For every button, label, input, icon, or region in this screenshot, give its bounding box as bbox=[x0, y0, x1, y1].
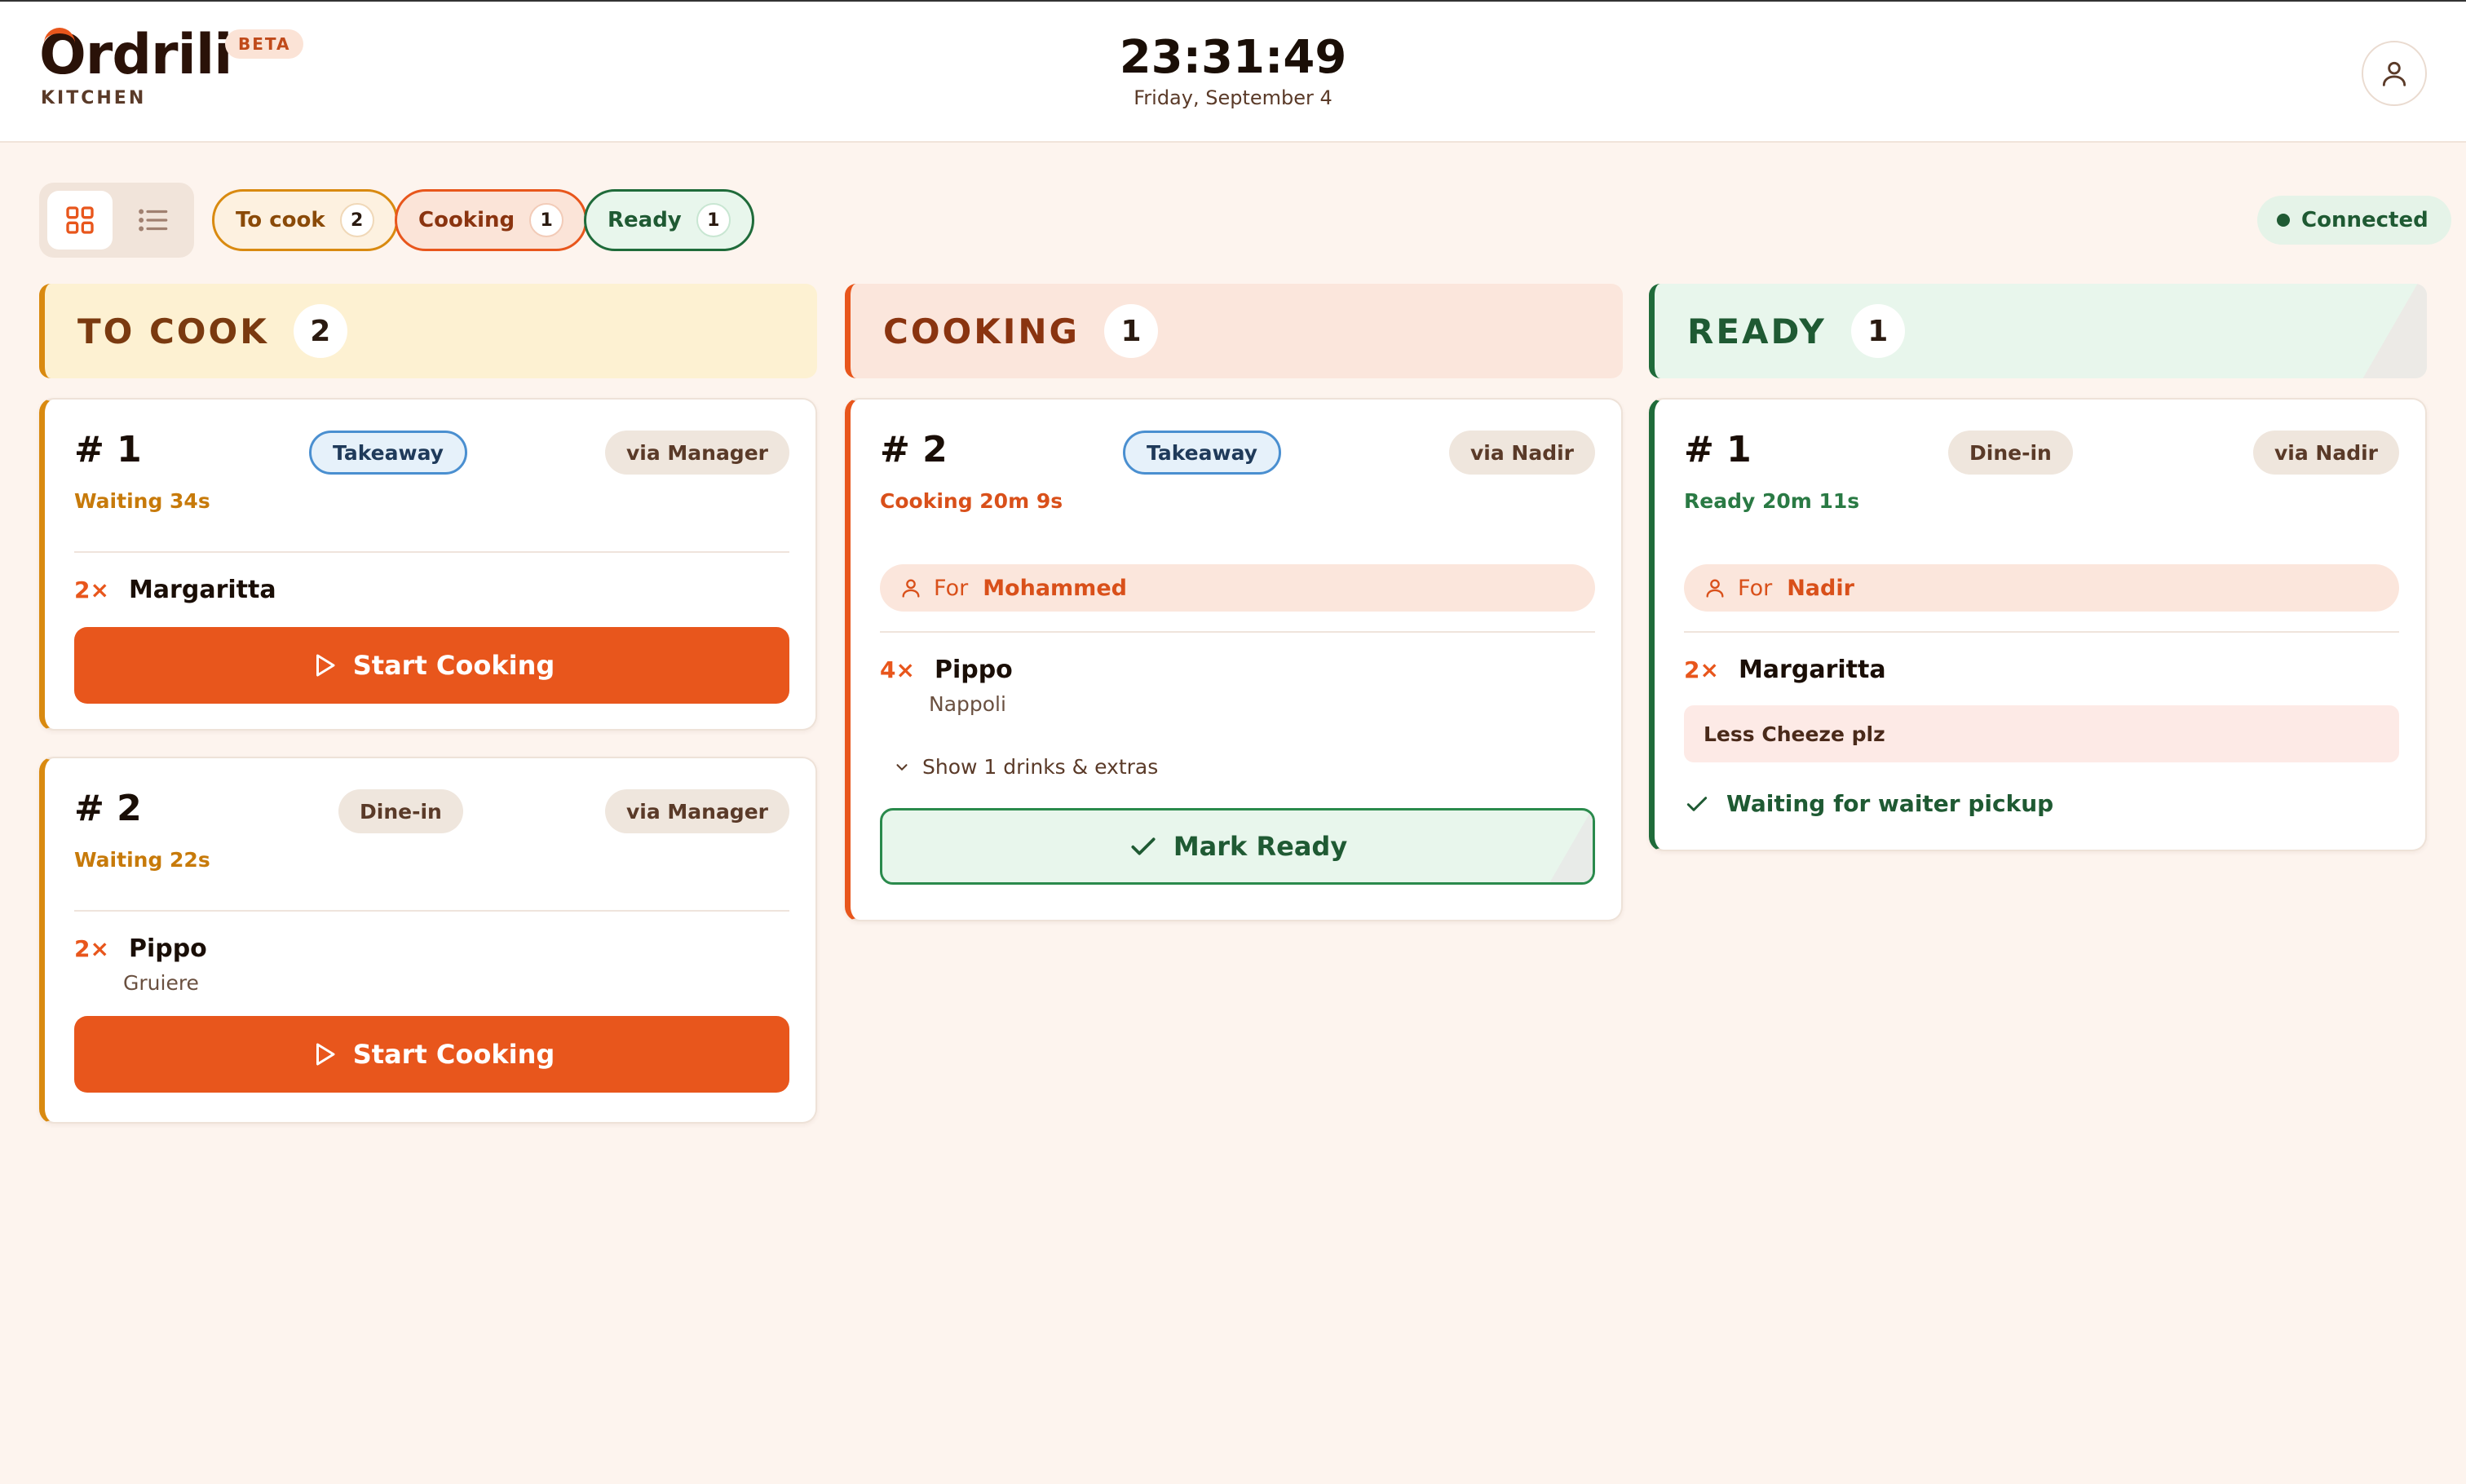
column-title: TO COOK bbox=[77, 311, 269, 351]
filter-count: 1 bbox=[696, 203, 731, 237]
order-card: # 2 Dine-in via Manager Waiting 22s 2× P… bbox=[39, 757, 817, 1124]
app-header: Ordrili BETA KITCHEN 23:31:49 Friday, Se… bbox=[0, 0, 2466, 143]
user-button[interactable] bbox=[2362, 41, 2427, 106]
play-icon bbox=[316, 654, 335, 677]
grid-icon bbox=[66, 206, 94, 234]
item-modifier: Gruiere bbox=[123, 971, 199, 995]
filter-tocook[interactable]: To cook 2 bbox=[212, 189, 398, 251]
check-icon bbox=[1686, 796, 1708, 811]
order-type-badge: Takeaway bbox=[1123, 431, 1281, 475]
filter-count: 2 bbox=[339, 203, 374, 237]
order-card: # 1 Takeaway via Manager Waiting 34s 2× … bbox=[39, 398, 817, 731]
status-dot bbox=[2277, 214, 2290, 227]
list-view-button[interactable] bbox=[121, 191, 186, 250]
order-item: 2× Margaritta bbox=[1684, 656, 2399, 684]
divider bbox=[880, 631, 1595, 633]
customer-name: Nadir bbox=[1787, 575, 1854, 601]
clock: 23:31:49 Friday, September 4 bbox=[988, 31, 1478, 109]
filter-cooking[interactable]: Cooking 1 bbox=[395, 189, 588, 251]
clock-date: Friday, September 4 bbox=[1134, 86, 1332, 109]
connection-label: Connected bbox=[2301, 208, 2428, 232]
item-name: Margaritta bbox=[128, 576, 276, 604]
order-item: 4× Pippo bbox=[880, 656, 1595, 684]
pickup-status: Waiting for waiter pickup bbox=[1684, 790, 2399, 817]
divider bbox=[1684, 631, 2399, 633]
start-cooking-button[interactable]: Start Cooking bbox=[74, 627, 789, 704]
column-count: 1 bbox=[1850, 304, 1905, 358]
for-label: For bbox=[934, 575, 969, 601]
for-label: For bbox=[1738, 575, 1773, 601]
chevron-down-icon bbox=[896, 763, 908, 771]
view-toggle bbox=[39, 183, 194, 258]
item-qty: 2× bbox=[1684, 656, 1719, 683]
via-badge: via Nadir bbox=[1448, 431, 1595, 475]
list-icon bbox=[139, 209, 168, 232]
play-icon bbox=[316, 1043, 335, 1066]
column-title: COOKING bbox=[883, 311, 1081, 351]
column-header-ready: READY 1 bbox=[1649, 284, 2427, 378]
column-count: 2 bbox=[293, 304, 347, 358]
order-number: # 2 bbox=[880, 429, 948, 470]
start-cooking-button[interactable]: Start Cooking bbox=[74, 1016, 789, 1093]
via-badge: via Nadir bbox=[2252, 431, 2399, 475]
connection-status: Connected bbox=[2257, 196, 2451, 245]
user-icon bbox=[2382, 61, 2406, 86]
column-title: READY bbox=[1687, 311, 1827, 351]
order-status: Waiting 34s bbox=[74, 489, 210, 513]
order-status: Waiting 22s bbox=[74, 848, 210, 872]
order-item: 2× Margaritta bbox=[74, 576, 789, 604]
beta-badge: BETA bbox=[225, 29, 304, 59]
brand-logo: Ordrili bbox=[39, 23, 232, 87]
order-number: # 1 bbox=[74, 429, 142, 470]
filter-label: To cook bbox=[236, 208, 325, 232]
order-status: Cooking 20m 9s bbox=[880, 489, 1063, 513]
order-type-badge: Takeaway bbox=[309, 431, 467, 475]
customer-bar: For Nadir bbox=[1684, 564, 2399, 612]
filter-label: Cooking bbox=[418, 208, 515, 232]
order-note: Less Cheeze plz bbox=[1684, 705, 2399, 762]
grid-view-button[interactable] bbox=[47, 191, 113, 250]
item-name: Pippo bbox=[128, 934, 207, 963]
mark-ready-button[interactable]: Mark Ready bbox=[880, 808, 1595, 885]
order-type-badge: Dine-in bbox=[338, 789, 463, 833]
item-qty: 2× bbox=[74, 576, 109, 603]
pickup-label: Waiting for waiter pickup bbox=[1726, 790, 2054, 817]
divider bbox=[74, 551, 789, 553]
item-name: Margaritta bbox=[1738, 656, 1886, 684]
item-qty: 2× bbox=[74, 935, 109, 962]
button-label: Start Cooking bbox=[352, 1039, 555, 1070]
column-header-tocook: TO COOK 2 bbox=[39, 284, 817, 378]
order-number: # 1 bbox=[1684, 429, 1752, 470]
via-badge: via Manager bbox=[604, 431, 789, 475]
item-qty: 4× bbox=[880, 656, 915, 683]
order-card: # 2 Takeaway via Nadir Cooking 20m 9s Fo… bbox=[845, 398, 1623, 921]
button-label: Start Cooking bbox=[352, 650, 555, 681]
order-type-badge: Dine-in bbox=[1948, 431, 2073, 475]
item-modifier: Nappoli bbox=[929, 692, 1006, 716]
order-card: # 1 Dine-in via Nadir Ready 20m 11s For … bbox=[1649, 398, 2427, 851]
order-number: # 2 bbox=[74, 788, 142, 829]
extras-label: Show 1 drinks & extras bbox=[922, 755, 1159, 779]
user-icon bbox=[902, 579, 920, 598]
button-label: Mark Ready bbox=[1173, 831, 1348, 862]
filter-count: 1 bbox=[529, 203, 564, 237]
order-status: Ready 20m 11s bbox=[1684, 489, 1860, 513]
filter-ready[interactable]: Ready 1 bbox=[584, 189, 754, 251]
divider bbox=[74, 910, 789, 912]
clock-time: 23:31:49 bbox=[1119, 31, 1347, 84]
brand: Ordrili BETA KITCHEN bbox=[39, 23, 304, 108]
column-header-cooking: COOKING 1 bbox=[845, 284, 1623, 378]
filter-label: Ready bbox=[608, 208, 682, 232]
check-icon bbox=[1131, 837, 1156, 855]
show-extras-toggle[interactable]: Show 1 drinks & extras bbox=[893, 755, 1595, 779]
brand-subtitle: KITCHEN bbox=[41, 88, 147, 108]
user-icon bbox=[1706, 579, 1724, 598]
customer-bar: For Mohammed bbox=[880, 564, 1595, 612]
column-count: 1 bbox=[1104, 304, 1159, 358]
customer-name: Mohammed bbox=[983, 575, 1127, 601]
via-badge: via Manager bbox=[604, 789, 789, 833]
item-name: Pippo bbox=[934, 656, 1013, 684]
order-item: 2× Pippo bbox=[74, 934, 789, 963]
